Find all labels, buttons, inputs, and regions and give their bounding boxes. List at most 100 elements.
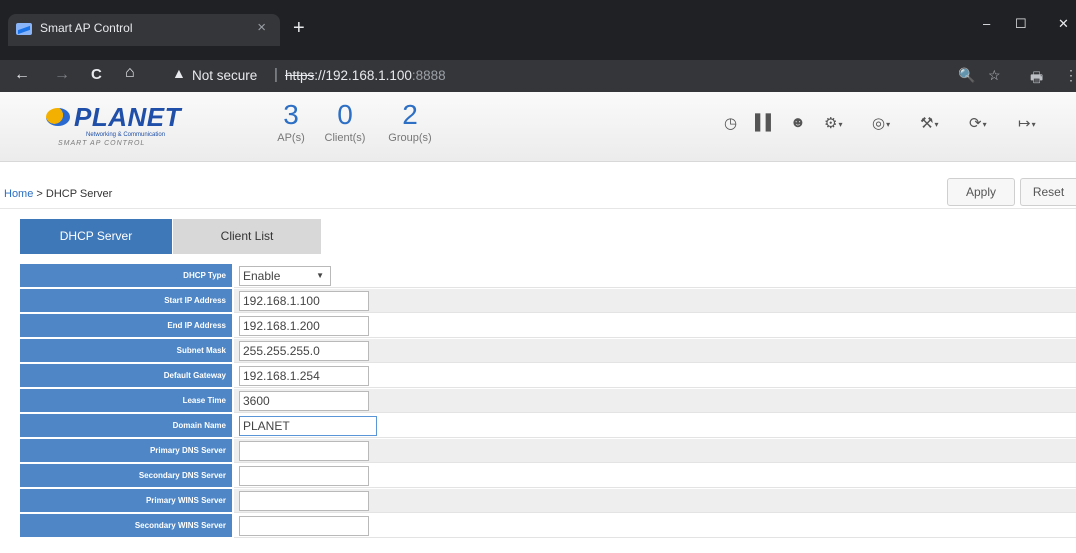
- primary-wins-cell: [234, 489, 1076, 513]
- form-row-primary-dns: Primary DNS Server: [20, 439, 1076, 463]
- new-tab-button[interactable]: +: [293, 18, 305, 38]
- chevron-down-icon: ▼: [316, 271, 324, 280]
- back-icon[interactable]: ←: [14, 66, 30, 84]
- form-row-start-ip: Start IP Address: [20, 289, 1076, 313]
- tab-title: Smart AP Control: [40, 21, 133, 35]
- secondary-wins-label: Secondary WINS Server: [20, 514, 232, 538]
- dhcp-type-cell: Enable ▼: [234, 264, 1076, 288]
- default-gateway-input[interactable]: [239, 366, 369, 386]
- close-window-button[interactable]: ✕: [1058, 16, 1069, 32]
- breadcrumb-home-link[interactable]: Home: [4, 188, 33, 200]
- refresh-icon[interactable]: ⟳▾: [969, 114, 987, 132]
- breadcrumb: Home > DHCP Server: [4, 188, 112, 200]
- start-ip-label: Start IP Address: [20, 289, 232, 313]
- default-gateway-label: Default Gateway: [20, 364, 232, 388]
- client-count-label: Client(s): [324, 132, 366, 144]
- end-ip-label: End IP Address: [20, 314, 232, 338]
- browser-toolbar: ← → C ⌂ ▲ Not secure | https://192.168.1…: [0, 60, 1076, 92]
- security-status[interactable]: Not secure: [192, 68, 257, 83]
- subnet-mask-input[interactable]: [239, 341, 369, 361]
- form-row-lease-time: Lease Time: [20, 389, 1076, 413]
- users-icon[interactable]: ☻: [790, 114, 806, 131]
- reset-button[interactable]: Reset: [1020, 178, 1076, 206]
- logo-tagline: Networking & Communication: [86, 132, 166, 138]
- primary-dns-cell: [234, 439, 1076, 463]
- start-ip-cell: [234, 289, 1076, 313]
- dhcp-type-value: Enable: [243, 269, 281, 283]
- form-row-secondary-wins: Secondary WINS Server: [20, 514, 1076, 538]
- logout-icon[interactable]: ↦▾: [1018, 114, 1036, 132]
- home-icon[interactable]: ⌂: [125, 64, 135, 82]
- end-ip-input[interactable]: [239, 316, 369, 336]
- planet-logo-icon: [46, 108, 70, 126]
- printer-icon[interactable]: 🖶: [1030, 67, 1043, 91]
- form-row-default-gateway: Default Gateway: [20, 364, 1076, 388]
- ap-count-label: AP(s): [277, 132, 305, 144]
- end-ip-cell: [234, 314, 1076, 338]
- settings-icon[interactable]: ⚙▾: [824, 114, 842, 132]
- tab-close-icon[interactable]: ×: [257, 19, 266, 36]
- forward-icon[interactable]: →: [54, 66, 70, 84]
- ap-count[interactable]: 3 AP(s): [267, 99, 315, 145]
- client-count[interactable]: 0 Client(s): [314, 99, 376, 145]
- form-row-primary-wins: Primary WINS Server: [20, 489, 1076, 513]
- subnet-mask-label: Subnet Mask: [20, 339, 232, 363]
- dashboard-icon[interactable]: ◷: [724, 114, 737, 132]
- lease-time-input[interactable]: [239, 391, 369, 411]
- logo-subtitle: SMART AP CONTROL: [58, 140, 146, 147]
- domain-name-input[interactable]: [239, 416, 377, 436]
- client-count-value: 0: [337, 99, 353, 130]
- form-row-subnet-mask: Subnet Mask: [20, 339, 1076, 363]
- secondary-dns-input[interactable]: [239, 466, 369, 486]
- stats-icon[interactable]: ▌▌: [755, 114, 776, 131]
- subnet-mask-cell: [234, 339, 1076, 363]
- secondary-dns-cell: [234, 464, 1076, 488]
- smart-ap-favicon-icon: [16, 23, 32, 35]
- tab-client-list[interactable]: Client List: [173, 219, 321, 254]
- form-row-domain-name: Domain Name: [20, 414, 1076, 438]
- address-bar[interactable]: ▲ Not secure | https://192.168.1.100:888…: [164, 64, 954, 88]
- url-host: ://192.168.1.100: [314, 68, 412, 83]
- ap-count-value: 3: [283, 99, 299, 130]
- zoom-icon[interactable]: 🔍: [958, 67, 975, 84]
- url-text[interactable]: https://192.168.1.100:8888: [285, 68, 446, 83]
- planet-logo[interactable]: PLANET Networking & Communication SMART …: [46, 102, 196, 150]
- default-gateway-cell: [234, 364, 1076, 388]
- lease-time-cell: [234, 389, 1076, 413]
- group-count[interactable]: 2 Group(s): [376, 99, 444, 145]
- url-port: :8888: [411, 68, 446, 83]
- group-count-value: 2: [402, 99, 418, 130]
- secondary-dns-label: Secondary DNS Server: [20, 464, 232, 488]
- app-header: PLANET Networking & Communication SMART …: [0, 92, 1076, 162]
- warning-icon: ▲: [172, 65, 186, 81]
- primary-dns-label: Primary DNS Server: [20, 439, 232, 463]
- logo-name: PLANET: [74, 102, 181, 132]
- primary-wins-label: Primary WINS Server: [20, 489, 232, 513]
- form-row-dhcp-type: DHCP Type Enable ▼: [20, 264, 1076, 288]
- group-count-label: Group(s): [388, 132, 432, 144]
- globe-icon[interactable]: ◎▾: [872, 114, 890, 132]
- primary-dns-input[interactable]: [239, 441, 369, 461]
- tools-icon[interactable]: ⚒▾: [920, 114, 938, 132]
- minimize-window-button[interactable]: –: [983, 16, 990, 31]
- domain-name-label: Domain Name: [20, 414, 232, 438]
- secondary-wins-input[interactable]: [239, 516, 369, 536]
- dhcp-type-select[interactable]: Enable ▼: [239, 266, 331, 286]
- tab-dhcp-server[interactable]: DHCP Server: [20, 219, 172, 254]
- form-row-secondary-dns: Secondary DNS Server: [20, 464, 1076, 488]
- domain-name-cell: [234, 414, 1076, 438]
- url-scheme: https: [285, 68, 315, 83]
- apply-button[interactable]: Apply: [947, 178, 1015, 206]
- menu-icon[interactable]: ⋮: [1064, 67, 1076, 84]
- start-ip-input[interactable]: [239, 291, 369, 311]
- browser-tab[interactable]: Smart AP Control ×: [8, 14, 280, 46]
- primary-wins-input[interactable]: [239, 491, 369, 511]
- secondary-wins-cell: [234, 514, 1076, 538]
- header-divider: [0, 208, 1076, 209]
- maximize-window-button[interactable]: ☐: [1015, 16, 1027, 32]
- lease-time-label: Lease Time: [20, 389, 232, 413]
- reload-icon[interactable]: C: [91, 66, 102, 83]
- browser-tab-strip: Smart AP Control × + – ☐ ✕: [0, 0, 1076, 60]
- bookmark-star-icon[interactable]: ☆: [988, 67, 1001, 84]
- breadcrumb-current: DHCP Server: [45, 188, 113, 200]
